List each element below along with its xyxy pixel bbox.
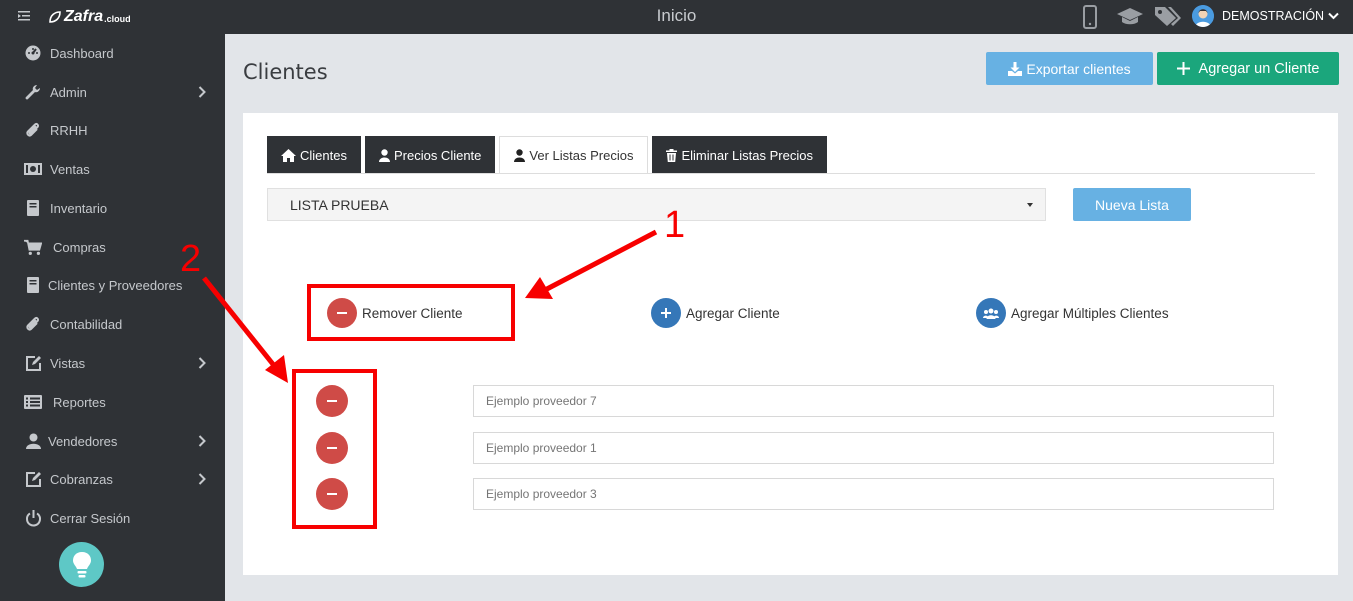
user-icon bbox=[378, 148, 390, 162]
graduation-cap-icon[interactable] bbox=[1116, 7, 1144, 27]
cart-icon bbox=[24, 238, 42, 256]
sidebar-item-vendedores[interactable]: Vendedores bbox=[0, 422, 225, 460]
top-bar: Zafra .cloud Inicio DEMOSTRACIÓN bbox=[0, 0, 1353, 34]
sidebar-item-cerrar-sesion[interactable]: Cerrar Sesión bbox=[0, 499, 225, 537]
sidebar-item-label: Clientes y Proveedores bbox=[48, 277, 183, 293]
content-card: Clientes Precios Cliente Ver Listas Prec… bbox=[243, 113, 1338, 575]
sidebar-item-label: Cerrar Sesión bbox=[50, 510, 131, 526]
add-multiple-clients-label: Agregar Múltiples Clientes bbox=[1011, 305, 1169, 321]
sidebar-item-contabilidad[interactable]: Contabilidad bbox=[0, 305, 225, 343]
sidebar-item-label: Admin bbox=[50, 84, 87, 100]
sidebar-item-label: Compras bbox=[53, 239, 106, 255]
price-list-select-value: LISTA PRUEBA bbox=[290, 196, 389, 213]
mobile-icon[interactable] bbox=[1082, 5, 1098, 29]
tab-bar: Clientes Precios Cliente Ver Listas Prec… bbox=[267, 136, 831, 174]
home-icon bbox=[281, 148, 296, 162]
new-list-button[interactable]: Nueva Lista bbox=[1073, 188, 1191, 221]
avatar bbox=[1192, 5, 1214, 27]
sidebar-item-label: Contabilidad bbox=[50, 316, 123, 332]
sidebar-item-cobranzas[interactable]: Cobranzas bbox=[0, 460, 225, 498]
client-field[interactable] bbox=[473, 385, 1274, 417]
sidebar-item-label: Inventario bbox=[50, 200, 108, 216]
client-field[interactable] bbox=[473, 478, 1274, 510]
page-title: Clientes bbox=[243, 60, 328, 84]
page-heading: Inicio bbox=[656, 6, 697, 25]
tab-ver-listas-precios[interactable]: Ver Listas Precios bbox=[499, 136, 649, 174]
user-icon bbox=[514, 149, 526, 162]
sidebar-item-admin[interactable]: Admin bbox=[0, 73, 225, 111]
tab-label: Clientes bbox=[300, 147, 347, 163]
sidebar-item-ventas[interactable]: Ventas bbox=[0, 150, 225, 188]
tab-clientes[interactable]: Clientes bbox=[267, 136, 361, 174]
list-icon bbox=[24, 393, 42, 411]
sidebar-item-label: Reportes bbox=[53, 394, 106, 410]
tab-label: Precios Cliente bbox=[393, 147, 482, 163]
add-client-to-list-label: Agregar Cliente bbox=[686, 305, 780, 321]
price-list-select[interactable]: LISTA PRUEBA bbox=[267, 188, 1046, 221]
add-client-label: Agregar un Cliente bbox=[1198, 60, 1320, 77]
user-menu[interactable]: DEMOSTRACIÓN bbox=[1192, 5, 1339, 27]
add-client-to-list-button[interactable]: Agregar Cliente bbox=[651, 298, 780, 328]
add-client-button[interactable]: Agregar un Cliente bbox=[1157, 52, 1339, 85]
annotation-box-2 bbox=[292, 369, 377, 529]
sidebar-item-label: RRHH bbox=[50, 122, 88, 138]
annotation-marker-1: 1 bbox=[664, 204, 686, 246]
paperclip-icon bbox=[24, 121, 42, 139]
chevron-right-icon bbox=[198, 473, 206, 485]
sidebar-item-label: Vendedores bbox=[48, 433, 118, 449]
tab-divider bbox=[267, 173, 1315, 174]
edit-icon bbox=[24, 470, 42, 488]
paperclip-icon bbox=[24, 315, 42, 333]
users-circle-icon bbox=[976, 298, 1006, 328]
plus-icon bbox=[1176, 62, 1190, 75]
tab-eliminar-listas-precios[interactable]: Eliminar Listas Precios bbox=[652, 136, 827, 174]
chevron-right-icon bbox=[198, 86, 206, 98]
export-clients-label: Exportar clientes bbox=[1026, 60, 1131, 77]
add-multiple-clients-button[interactable]: Agregar Múltiples Clientes bbox=[976, 298, 1169, 328]
sidebar-item-vistas[interactable]: Vistas bbox=[0, 344, 225, 382]
export-clients-button[interactable]: Exportar clientes bbox=[986, 52, 1153, 85]
tags-icon[interactable] bbox=[1154, 5, 1182, 27]
sidebar-item-rrhh[interactable]: RRHH bbox=[0, 111, 225, 149]
client-field[interactable] bbox=[473, 432, 1274, 464]
sidebar-item-dashboard[interactable]: Dashboard bbox=[0, 34, 225, 72]
tab-label: Ver Listas Precios bbox=[529, 148, 634, 163]
sidebar-item-label: Cobranzas bbox=[50, 471, 113, 487]
sidebar: Dashboard Admin RRHH Ventas Inventario C… bbox=[0, 34, 225, 601]
plus-circle-icon bbox=[651, 298, 681, 328]
user-name: DEMOSTRACIÓN bbox=[1222, 9, 1325, 23]
book-icon bbox=[24, 276, 42, 294]
sidebar-item-label: Dashboard bbox=[50, 45, 114, 61]
book-icon bbox=[24, 199, 42, 217]
tab-precios-cliente[interactable]: Precios Cliente bbox=[364, 136, 496, 174]
trash-icon bbox=[666, 148, 678, 162]
chevron-down-icon bbox=[1328, 12, 1339, 20]
annotation-box-1 bbox=[307, 284, 515, 341]
money-icon bbox=[24, 160, 42, 178]
power-icon bbox=[24, 509, 42, 527]
edit-icon bbox=[24, 354, 42, 372]
sidebar-item-reportes[interactable]: Reportes bbox=[0, 383, 225, 421]
help-button[interactable] bbox=[59, 542, 104, 587]
annotation-marker-2: 2 bbox=[180, 238, 202, 280]
user-icon bbox=[24, 432, 42, 450]
sidebar-item-label: Vistas bbox=[50, 355, 86, 371]
tab-label: Eliminar Listas Precios bbox=[681, 147, 813, 163]
dashboard-icon bbox=[24, 44, 42, 62]
chevron-right-icon bbox=[198, 435, 206, 447]
lightbulb-icon bbox=[72, 551, 91, 577]
sidebar-item-inventario[interactable]: Inventario bbox=[0, 189, 225, 227]
sidebar-item-label: Ventas bbox=[50, 161, 90, 177]
caret-down-icon bbox=[1027, 203, 1033, 207]
wrench-icon bbox=[24, 83, 42, 101]
download-icon bbox=[1008, 61, 1023, 76]
chevron-right-icon bbox=[198, 357, 206, 369]
